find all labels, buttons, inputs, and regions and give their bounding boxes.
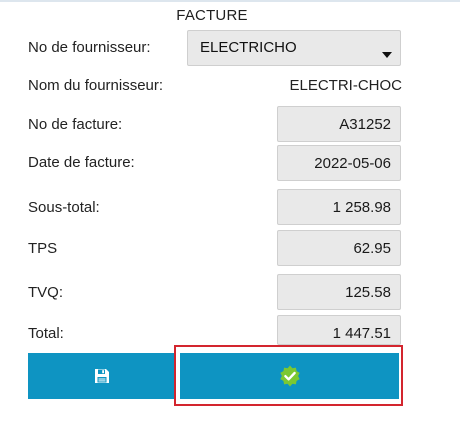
tps-label: TPS xyxy=(28,240,58,257)
tvq-field[interactable]: 125.58 xyxy=(277,274,401,310)
supplier-no-dropdown[interactable]: ELECTRICHO xyxy=(187,30,401,66)
invoice-date-field[interactable]: 2022-05-06 xyxy=(277,145,401,181)
checkmark-badge-icon xyxy=(279,365,301,387)
confirm-button[interactable] xyxy=(180,353,399,399)
tps-value: 62.95 xyxy=(353,240,391,257)
floppy-disk-icon xyxy=(94,368,110,384)
invoice-no-field[interactable]: A31252 xyxy=(277,106,401,142)
supplier-no-selected-value: ELECTRICHO xyxy=(200,39,297,56)
invoice-date-label: Date de facture: xyxy=(28,154,135,171)
invoice-no-value: A31252 xyxy=(339,116,391,133)
dropdown-caret-icon xyxy=(382,52,392,58)
subtotal-value: 1 258.98 xyxy=(332,199,391,216)
subtotal-field[interactable]: 1 258.98 xyxy=(277,189,401,225)
tvq-label: TVQ: xyxy=(28,284,64,301)
total-label: Total: xyxy=(28,325,64,342)
subtotal-label: Sous-total: xyxy=(28,199,100,216)
top-divider xyxy=(0,0,460,2)
supplier-no-label: No de fournisseur: xyxy=(28,39,151,56)
invoice-no-label: No de facture: xyxy=(28,116,123,133)
form-title: FACTURE xyxy=(176,7,248,24)
supplier-name-label: Nom du fournisseur: xyxy=(28,77,164,94)
total-field[interactable]: 1 447.51 xyxy=(277,315,401,345)
supplier-name-value: ELECTRI-CHOC xyxy=(289,77,402,94)
tps-field[interactable]: 62.95 xyxy=(277,230,401,266)
invoice-date-value: 2022-05-06 xyxy=(314,155,391,172)
tvq-value: 125.58 xyxy=(345,284,391,301)
save-button[interactable] xyxy=(28,353,176,399)
total-value: 1 447.51 xyxy=(332,325,391,342)
